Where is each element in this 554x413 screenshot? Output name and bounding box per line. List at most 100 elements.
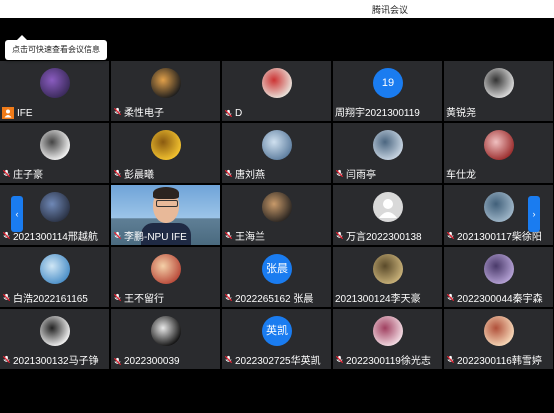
participant-tile[interactable]: 柔性电子 xyxy=(111,61,220,121)
participant-name: 2022265162 张晨 xyxy=(235,294,314,305)
participant-name: 2021300124李天豪 xyxy=(335,294,421,305)
participant-tile[interactable]: 2022300116韩雪婷 xyxy=(444,309,553,369)
mic-muted-icon xyxy=(2,355,11,364)
participant-name: 柔性电子 xyxy=(124,108,164,119)
participant-name: 王海兰 xyxy=(235,232,265,243)
avatar xyxy=(262,192,292,222)
avatar xyxy=(373,130,403,160)
mic-muted-icon xyxy=(2,231,11,240)
avatar xyxy=(151,316,181,346)
participant-label: 柔性电子 xyxy=(113,104,164,119)
participant-name: 车仕龙 xyxy=(446,170,476,181)
participant-name: 万言2022300138 xyxy=(346,232,422,243)
participant-label: IFE xyxy=(2,107,33,119)
mic-muted-icon xyxy=(113,169,122,178)
participant-tile[interactable]: 19 周翔宇2021300119 xyxy=(333,61,442,121)
avatar xyxy=(484,316,514,346)
mic-muted-icon xyxy=(446,231,455,240)
participant-name: 2022300119徐光志 xyxy=(346,356,431,367)
participant-label: 2022300039 xyxy=(113,356,180,367)
participant-grid: IFE 柔性电子 D 19 周翔宇2021300119 黄锐尧庄子豪 彭晨曦 唐刘燕 闫雨亭 车仕… xyxy=(0,61,553,371)
mic-muted-icon xyxy=(113,107,122,116)
participant-tile[interactable]: 白浩2022161165 xyxy=(0,247,109,307)
host-icon xyxy=(2,107,14,119)
mic-muted-icon xyxy=(113,357,122,366)
participant-tile[interactable]: 2022300119徐光志 xyxy=(333,309,442,369)
mic-muted-icon xyxy=(113,231,122,240)
chevron-left-icon: ‹ xyxy=(15,209,19,219)
participant-tile[interactable]: 李鹏-NPU IFE xyxy=(111,185,220,245)
mic-muted-icon xyxy=(224,355,233,364)
participant-tile[interactable]: 车仕龙 xyxy=(444,123,553,183)
avatar xyxy=(40,192,70,222)
participant-name: 2021300132马子铮 xyxy=(13,356,99,367)
avatar xyxy=(373,254,403,284)
window-title: 腾讯会议 xyxy=(372,5,409,15)
mic-muted-icon xyxy=(224,231,233,240)
participant-tile[interactable]: 王不留行 xyxy=(111,247,220,307)
participant-tile[interactable]: IFE xyxy=(0,61,109,121)
participant-label: 王海兰 xyxy=(224,228,265,243)
avatar xyxy=(373,316,403,346)
participant-name: 黄锐尧 xyxy=(446,108,476,119)
participant-tile[interactable]: 2021300132马子铮 xyxy=(0,309,109,369)
participant-name: 李鹏-NPU IFE xyxy=(124,232,187,243)
participant-tile[interactable]: 2021300124李天豪 xyxy=(333,247,442,307)
title-bar: 腾讯会议 xyxy=(0,0,554,18)
participant-tile[interactable]: 闫雨亭 xyxy=(333,123,442,183)
avatar xyxy=(484,130,514,160)
participant-tile[interactable]: D xyxy=(222,61,331,121)
participant-tile[interactable]: 王海兰 xyxy=(222,185,331,245)
mic-muted-icon xyxy=(446,355,455,364)
participant-name: D xyxy=(235,108,243,119)
participant-name: 庄子豪 xyxy=(13,170,43,181)
participant-name: 唐刘燕 xyxy=(235,170,265,181)
participant-name: 白浩2022161165 xyxy=(13,294,88,305)
participant-tile[interactable]: 庄子豪 xyxy=(0,123,109,183)
participant-label: 2022300044秦宇森 xyxy=(446,290,543,305)
participant-label: 2022300116韩雪婷 xyxy=(446,352,542,367)
meeting-info-tooltip[interactable]: 点击可快速查看会议信息 xyxy=(5,35,107,60)
avatar-initials: 英凯 xyxy=(262,316,292,346)
prev-page-button[interactable]: ‹ xyxy=(11,196,23,232)
participant-label: 2021300132马子铮 xyxy=(2,352,99,367)
participant-label: 周翔宇2021300119 xyxy=(335,104,420,119)
avatar xyxy=(262,130,292,160)
participant-name: 彭晨曦 xyxy=(124,170,154,181)
participant-label: 2022265162 张晨 xyxy=(224,290,313,305)
participant-name: 2022300116韩雪婷 xyxy=(457,356,542,367)
avatar xyxy=(151,254,181,284)
mic-muted-icon xyxy=(2,293,11,302)
participant-tile[interactable]: 英凯 2022302725华英凯 xyxy=(222,309,331,369)
participant-label: 黄锐尧 xyxy=(446,104,476,119)
participant-label: 2021300124李天豪 xyxy=(335,290,421,305)
participant-tile[interactable]: 黄锐尧 xyxy=(444,61,553,121)
participant-label: 唐刘燕 xyxy=(224,166,265,181)
participant-tile[interactable]: 2022300044秦宇森 xyxy=(444,247,553,307)
participant-tile[interactable]: 张晨 2022265162 张晨 xyxy=(222,247,331,307)
mic-muted-icon xyxy=(2,169,11,178)
default-avatar-icon xyxy=(373,192,403,222)
avatar xyxy=(40,316,70,346)
participant-label: 2022300119徐光志 xyxy=(335,352,431,367)
participant-tile[interactable]: 2022300039 xyxy=(111,309,220,369)
participant-name: 周翔宇2021300119 xyxy=(335,108,420,119)
participant-tile[interactable]: 彭晨曦 xyxy=(111,123,220,183)
participant-name: 2021300114邢越航 xyxy=(13,232,98,243)
avatar xyxy=(151,130,181,160)
mic-muted-icon xyxy=(335,169,344,178)
participant-label: 万言2022300138 xyxy=(335,228,422,243)
participant-tile[interactable]: 唐刘燕 xyxy=(222,123,331,183)
next-page-button[interactable]: › xyxy=(528,196,540,232)
participant-tile[interactable]: 万言2022300138 xyxy=(333,185,442,245)
mic-muted-icon xyxy=(224,293,233,302)
participant-name: IFE xyxy=(17,107,33,119)
participant-label: 2022302725华英凯 xyxy=(224,352,321,367)
participant-label: 车仕龙 xyxy=(446,166,476,181)
avatar xyxy=(262,68,292,98)
chevron-right-icon: › xyxy=(532,209,536,219)
avatar xyxy=(40,68,70,98)
participant-label: 李鹏-NPU IFE xyxy=(113,228,187,243)
participant-label: 王不留行 xyxy=(113,290,164,305)
participant-name: 2022302725华英凯 xyxy=(235,356,321,367)
